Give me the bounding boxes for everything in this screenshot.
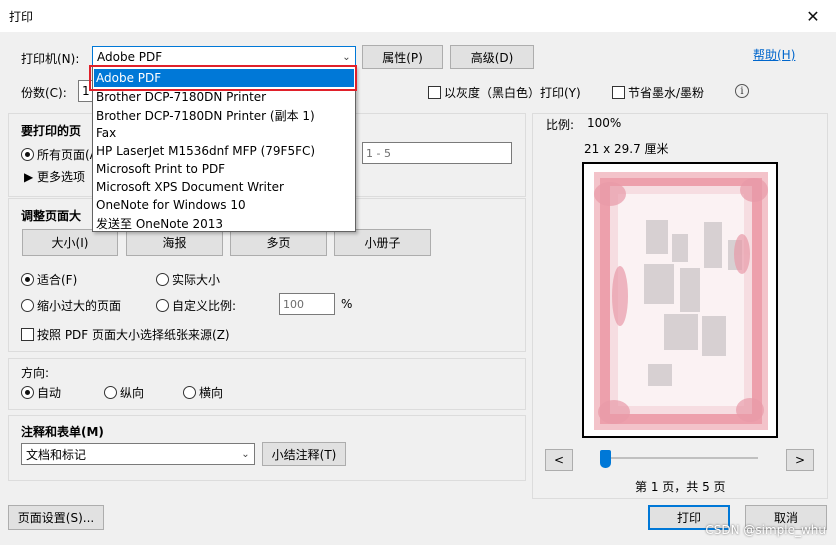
save-ink-checkbox[interactable]: 节省墨水/墨粉 bbox=[612, 84, 704, 101]
next-page-button[interactable]: > bbox=[786, 449, 814, 471]
properties-button[interactable]: 属性(P) bbox=[362, 45, 443, 69]
fit-dot[interactable] bbox=[21, 273, 34, 286]
size-button[interactable]: 大小(I) bbox=[22, 229, 118, 256]
grayscale-box[interactable] bbox=[428, 86, 441, 99]
close-icon[interactable]: ✕ bbox=[790, 0, 836, 32]
info-icon[interactable]: i bbox=[735, 84, 749, 98]
actual-size-label: 实际大小 bbox=[172, 273, 221, 287]
watermark: CSDN @simple_whu bbox=[705, 523, 826, 537]
window-title: 打印 bbox=[9, 10, 34, 24]
portrait-radio[interactable]: 纵向 bbox=[104, 384, 144, 401]
help-link[interactable]: 帮助(H) bbox=[753, 46, 795, 63]
grayscale-label: 以灰度（黑白色）打印(Y) bbox=[444, 86, 581, 100]
advanced-button[interactable]: 高级(D) bbox=[450, 45, 534, 69]
chevron-down-icon[interactable]: ⌄ bbox=[338, 47, 355, 67]
copies-label: 份数(C): bbox=[21, 86, 67, 100]
page-preview-image bbox=[584, 164, 776, 436]
printer-option[interactable]: Microsoft Print to PDF bbox=[94, 160, 354, 178]
portrait-label: 纵向 bbox=[120, 386, 145, 400]
printer-option[interactable]: Fax bbox=[94, 124, 354, 142]
choose-paper-checkbox[interactable]: 按照 PDF 页面大小选择纸张来源(Z) bbox=[21, 326, 230, 343]
preview-scale-label: 比例: bbox=[546, 118, 575, 132]
page-info: 第 1 页，共 5 页 bbox=[635, 480, 726, 494]
custom-scale-dot[interactable] bbox=[156, 299, 169, 312]
all-pages-dot[interactable] bbox=[21, 148, 34, 161]
percent-label: % bbox=[341, 297, 353, 311]
printer-label: 打印机(N): bbox=[21, 52, 80, 66]
page-preview bbox=[582, 162, 778, 438]
all-pages-radio[interactable]: 所有页面(A) bbox=[21, 146, 103, 163]
custom-scale-label: 自定义比例: bbox=[172, 299, 237, 313]
printer-option[interactable]: Microsoft XPS Document Writer bbox=[94, 178, 354, 196]
title-bar: 打印 ✕ bbox=[0, 0, 836, 32]
printer-option[interactable]: OneNote for Windows 10 bbox=[94, 196, 354, 214]
grayscale-checkbox[interactable]: 以灰度（黑白色）打印(Y) bbox=[428, 84, 581, 101]
save-ink-label: 节省墨水/墨粉 bbox=[628, 86, 705, 100]
landscape-label: 横向 bbox=[199, 386, 224, 400]
sizing-title: 调整页面大 bbox=[21, 209, 82, 223]
page-range-input[interactable]: 1 - 5 bbox=[362, 142, 512, 164]
landscape-radio[interactable]: 横向 bbox=[183, 384, 223, 401]
booklet-button[interactable]: 小册子 bbox=[334, 229, 431, 256]
fit-radio[interactable]: 适合(F) bbox=[21, 271, 77, 288]
choose-paper-box[interactable] bbox=[21, 328, 34, 341]
chevron-down-icon[interactable]: ⌄ bbox=[237, 444, 254, 464]
fit-label: 适合(F) bbox=[37, 273, 78, 287]
scale-input[interactable]: 100 bbox=[279, 293, 335, 315]
paper-size-label: 21 x 29.7 厘米 bbox=[584, 142, 669, 156]
page-slider-thumb[interactable] bbox=[600, 450, 611, 468]
printer-select-value: Adobe PDF bbox=[97, 50, 163, 64]
custom-scale-radio[interactable]: 自定义比例: bbox=[156, 297, 236, 314]
poster-button[interactable]: 海报 bbox=[126, 229, 223, 256]
shrink-label: 缩小过大的页面 bbox=[37, 299, 122, 313]
page-setup-button[interactable]: 页面设置(S)... bbox=[8, 505, 104, 530]
shrink-radio[interactable]: 缩小过大的页面 bbox=[21, 297, 121, 314]
printer-option[interactable]: 发送至 OneNote 2013 bbox=[94, 214, 354, 232]
auto-orientation-dot[interactable] bbox=[21, 386, 34, 399]
actual-size-dot[interactable] bbox=[156, 273, 169, 286]
actual-size-radio[interactable]: 实际大小 bbox=[156, 271, 220, 288]
printer-option[interactable]: HP LaserJet M1536dnf MFP (79F5FC) bbox=[94, 142, 354, 160]
shrink-dot[interactable] bbox=[21, 299, 34, 312]
portrait-dot[interactable] bbox=[104, 386, 117, 399]
auto-orientation-radio[interactable]: 自动 bbox=[21, 384, 61, 401]
comments-title: 注释和表单(M) bbox=[21, 425, 104, 439]
pages-title: 要打印的页 bbox=[21, 124, 82, 138]
printer-option[interactable]: Brother DCP-7180DN Printer (副本 1) bbox=[94, 106, 354, 124]
multiple-button[interactable]: 多页 bbox=[230, 229, 327, 256]
auto-orientation-label: 自动 bbox=[37, 386, 62, 400]
prev-page-button[interactable]: < bbox=[545, 449, 573, 471]
summarize-comments-button[interactable]: 小结注释(T) bbox=[262, 442, 346, 466]
selection-highlight-box bbox=[89, 65, 357, 91]
orientation-panel bbox=[8, 358, 526, 410]
landscape-dot[interactable] bbox=[183, 386, 196, 399]
choose-paper-label: 按照 PDF 页面大小选择纸张来源(Z) bbox=[37, 328, 230, 342]
comments-select-value: 文档和标记 bbox=[26, 447, 87, 462]
more-options-toggle[interactable]: ▶ 更多选项 bbox=[24, 168, 85, 185]
save-ink-box[interactable] bbox=[612, 86, 625, 99]
comments-select[interactable]: 文档和标记 ⌄ bbox=[21, 443, 255, 465]
orientation-title: 方向: bbox=[21, 366, 50, 380]
page-slider-track[interactable] bbox=[600, 457, 758, 459]
preview-scale-value: 100% bbox=[587, 116, 622, 130]
